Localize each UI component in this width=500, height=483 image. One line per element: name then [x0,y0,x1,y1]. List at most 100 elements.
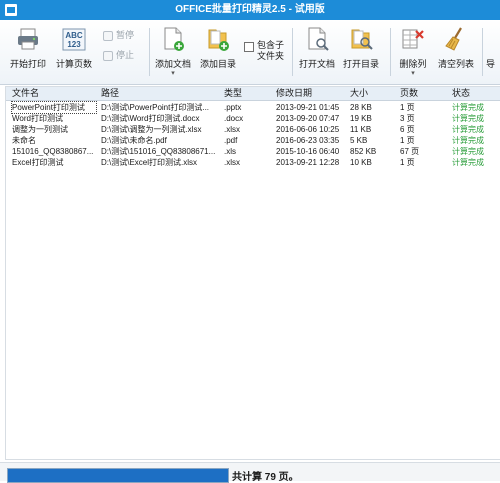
clear-list-label: 清空列表 [437,59,474,69]
pause-label: 暂停 [116,30,135,40]
cell-name: Word打印测试 [12,114,63,123]
open-document-icon [308,27,329,51]
toolbar-separator [292,28,293,76]
status-bar: 共计算 79 页。 [0,462,500,483]
cell-status: 计算完成 [452,114,484,123]
cell-status: 计算完成 [452,147,484,156]
open-folder-button[interactable]: 打开目录 [340,23,382,81]
cell-type: .xlsx [224,158,240,167]
cell-status: 计算完成 [452,158,484,167]
table-row[interactable]: 未命名 D:\测试\未命名.pdf .pdf 2016-06-23 03:35 … [6,135,500,146]
count-pages-label: 计算页数 [55,59,92,69]
add-document-dropdown-icon[interactable]: ▾ [152,69,194,77]
column-header-modified[interactable]: 修改日期 [276,87,346,100]
open-folder-icon [351,29,373,50]
cell-size: 5 KB [350,136,368,145]
cell-pages: 1 页 [400,136,415,145]
cell-pages: 1 页 [400,103,415,112]
column-header-path[interactable]: 路径 [101,87,211,100]
printer-icon [18,28,38,50]
cell-path: D:\测试\未命名.pdf [101,136,167,145]
cell-path: D:\测试\151016_QQ83808671... [101,147,216,156]
toolbar-separator [149,28,150,76]
cell-type: .pdf [224,136,238,145]
cell-name: Excel打印测试 [12,158,64,167]
progress-bar [7,468,229,483]
cell-size: 852 KB [350,147,377,156]
progress-bar-fill [8,469,228,482]
pause-icon [103,30,113,41]
cell-pages: 67 页 [400,147,420,156]
cell-modified: 2013-09-20 07:47 [276,114,340,123]
start-print-button[interactable]: 开始打印 [6,23,50,81]
cell-name: PowerPoint打印测试 [11,101,97,114]
cell-status: 计算完成 [452,103,484,112]
svg-text:ABC: ABC [65,31,83,40]
pause-button[interactable]: 暂停 [103,28,134,42]
cell-type: .docx [224,114,244,123]
total-pages-text: 共计算 79 页。 [232,472,299,483]
broom-icon [445,27,462,51]
title-bar: OFFICE批量打印精灵2.5 - 试用版 [0,0,500,20]
column-header-pages[interactable]: 页数 [400,87,440,100]
table-row[interactable]: Excel打印测试 D:\测试\Excel打印测试.xlsx .xlsx 201… [6,157,500,168]
cell-modified: 2016-06-06 10:25 [276,125,340,134]
count-pages-button[interactable]: ABC 123 计算页数 [52,23,96,81]
clear-list-button[interactable]: 清空列表 [434,23,478,81]
stop-button[interactable]: 停止 [103,48,134,62]
cell-path: D:\测试\PowerPoint打印测试... [101,103,210,112]
add-document-button[interactable]: 添加文档 ▾ [152,23,194,81]
column-header-status[interactable]: 状态 [452,87,497,100]
cell-path: D:\测试\Excel打印测试.xlsx [101,158,198,167]
stop-icon [103,50,113,61]
table-row[interactable]: Word打印测试 D:\测试\Word打印测试.docx .docx 2013-… [6,113,500,124]
open-document-button[interactable]: 打开文档 [296,23,338,81]
svg-text:123: 123 [67,40,81,49]
table-row[interactable]: 151016_QQ8380867... D:\测试\151016_QQ83808… [6,146,500,157]
cell-pages: 3 页 [400,114,415,123]
table-row[interactable]: PowerPoint打印测试 D:\测试\PowerPoint打印测试... .… [6,101,500,114]
cell-type: .xlsx [224,125,240,134]
cell-status: 计算完成 [452,125,484,134]
column-header-type[interactable]: 类型 [224,87,264,100]
abc-123-icon: ABC 123 [62,28,86,51]
file-table: 文件名 路径 类型 修改日期 大小 页数 状态 PowerPoint打印测试 D… [5,86,500,460]
toolbar-separator [390,28,391,76]
checkbox-box[interactable] [244,42,254,52]
add-folder-icon [208,29,229,51]
add-folder-button[interactable]: 添加目录 [197,23,239,81]
column-header-name[interactable]: 文件名 [12,87,92,100]
cell-path: D:\测试\Word打印测试.docx [101,114,200,123]
cell-size: 10 KB [350,158,372,167]
cell-modified: 2015-10-16 06:40 [276,147,340,156]
cell-modified: 2013-09-21 12:28 [276,158,340,167]
add-document-icon [164,27,184,51]
cell-modified: 2016-06-23 03:35 [276,136,340,145]
cell-type: .pptx [224,103,242,112]
cell-type: .xls [224,147,236,156]
cell-name: 未命名 [12,136,36,145]
cell-name: 调整为一列测试 [12,125,68,134]
table-header: 文件名 路径 类型 修改日期 大小 页数 状态 [6,87,500,101]
table-row[interactable]: 调整为一列测试 D:\测试\调整为一列测试.xlsx .xlsx 2016-06… [6,124,500,135]
cell-pages: 6 页 [400,125,415,134]
delete-column-icon [402,29,424,49]
column-header-size[interactable]: 大小 [350,87,390,100]
cell-size: 28 KB [350,103,372,112]
delete-column-dropdown-icon[interactable]: ▾ [394,69,432,77]
cell-pages: 1 页 [400,158,415,167]
open-folder-label: 打开目录 [342,59,379,69]
cell-size: 19 KB [350,114,372,123]
export-button[interactable]: 导 [486,23,500,81]
cell-path: D:\测试\调整为一列测试.xlsx [101,125,202,134]
window-title: OFFICE批量打印精灵2.5 - 试用版 [175,4,325,15]
toolbar: 开始打印 ABC 123 计算页数 暂停 停止 添加文档 ▾ 添加目录 包含子文… [0,20,500,85]
include-subfolders-label: 包含子文件夹 [257,40,285,61]
toolbar-separator [482,28,483,76]
open-document-label: 打开文档 [298,59,335,69]
delete-column-button[interactable]: 删除列 ▾ [394,23,432,81]
start-print-label: 开始打印 [9,59,46,69]
export-label: 导 [486,59,496,69]
cell-modified: 2013-09-21 01:45 [276,103,340,112]
add-folder-label: 添加目录 [199,59,236,69]
